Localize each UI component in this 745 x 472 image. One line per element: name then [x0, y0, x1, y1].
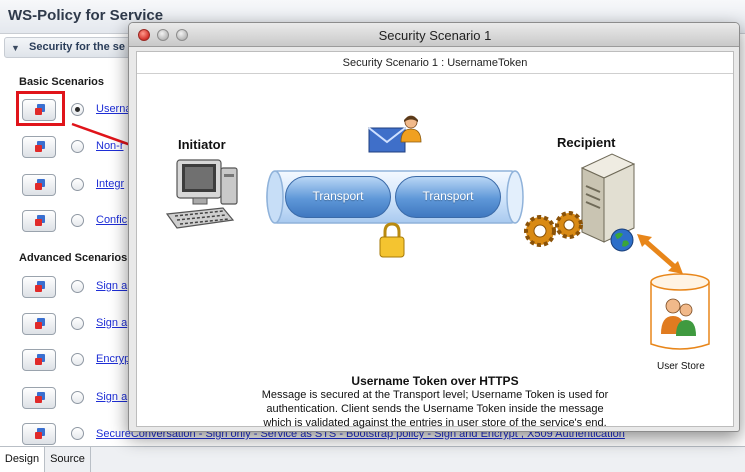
transport-segment-right: Transport	[395, 176, 501, 218]
scenario-description: Username Token over HTTPS Message is sec…	[137, 374, 733, 430]
scenario-subtitle: Security Scenario 1 : UsernameToken	[137, 52, 733, 74]
policy-button[interactable]	[22, 276, 56, 298]
scenario-radio[interactable]	[71, 353, 84, 366]
description-title: Username Token over HTTPS	[351, 374, 519, 388]
basic-scenarios-label: Basic Scenarios	[19, 76, 104, 88]
dialog-title-bar[interactable]: Security Scenario 1	[129, 23, 739, 47]
computer-icon	[165, 159, 238, 229]
scenario-dialog: Security Scenario 1 Security Scenario 1 …	[128, 22, 740, 432]
scenario-row: Integr	[22, 174, 142, 196]
policy-button[interactable]	[22, 423, 56, 445]
gear-icon	[524, 211, 583, 247]
scenario-radio[interactable]	[71, 103, 84, 116]
description-line: Message is secured at the Transport leve…	[261, 389, 609, 401]
policy-button[interactable]	[22, 387, 56, 409]
scenario-radio[interactable]	[71, 280, 84, 293]
scenario-panel: Security Scenario 1 : UsernameToken Init…	[136, 51, 734, 430]
transport-segment-left: Transport	[285, 176, 391, 218]
scenario-link[interactable]: Confic	[96, 214, 127, 226]
policy-button[interactable]	[22, 313, 56, 335]
description-line: which is validated against the entries i…	[263, 417, 607, 429]
scenario-radio[interactable]	[71, 178, 84, 191]
editor-tabs: Design Source	[0, 446, 745, 472]
policy-button-icon	[35, 141, 46, 153]
scenario-row: Sign a	[22, 313, 142, 335]
tab-design[interactable]: Design	[0, 447, 45, 472]
policy-button-icon	[35, 392, 46, 404]
user-store-label: User Store	[657, 361, 705, 372]
arrow-icon	[637, 234, 683, 274]
policy-button-icon	[35, 281, 46, 293]
globe-icon	[610, 228, 634, 252]
section-label: Security for the se	[29, 41, 125, 53]
scenario-row: Confic	[22, 210, 142, 232]
advanced-scenarios-label: Advanced Scenarios	[19, 252, 128, 264]
policy-button[interactable]	[22, 349, 56, 371]
security-section-header[interactable]: ▼ Security for the se	[4, 37, 145, 58]
policy-button[interactable]	[22, 136, 56, 158]
collapse-triangle-icon[interactable]: ▼	[11, 43, 20, 53]
transport-label: Transport	[312, 189, 364, 203]
policy-button-icon	[35, 354, 46, 366]
scenario-link[interactable]: Sign a	[96, 317, 127, 329]
scenario-row: Sign a	[22, 276, 142, 298]
scenario-link[interactable]: Userna	[96, 103, 131, 115]
scenario-row: Encryp	[22, 349, 142, 371]
policy-button-icon	[35, 215, 46, 227]
policy-button-icon	[35, 428, 46, 440]
initiator-label: Initiator	[178, 137, 226, 152]
dialog-title: Security Scenario 1	[378, 28, 492, 43]
scenario-radio[interactable]	[71, 214, 84, 227]
description-line: authentication. Client sends the Usernam…	[266, 403, 604, 415]
scenario-radio[interactable]	[71, 427, 84, 440]
user-store-icon	[650, 273, 710, 350]
tab-source[interactable]: Source	[45, 447, 91, 472]
scenario-row: Sign a	[22, 387, 142, 409]
policy-button-icon	[35, 318, 46, 330]
scenario-link[interactable]: Sign a	[96, 280, 127, 292]
user-icon	[400, 115, 422, 143]
policy-button[interactable]	[22, 174, 56, 196]
scenario-link[interactable]: Sign a	[96, 391, 127, 403]
transport-channel: Transport Transport	[265, 168, 525, 226]
scenario-link[interactable]: Encryp	[96, 353, 130, 365]
highlight-box	[16, 91, 65, 126]
scenario-radio[interactable]	[71, 391, 84, 404]
scenario-radio[interactable]	[71, 317, 84, 330]
policy-button[interactable]	[22, 210, 56, 232]
transport-label: Transport	[422, 189, 474, 203]
scenario-link[interactable]: Integr	[96, 178, 124, 190]
recipient-label: Recipient	[557, 135, 616, 150]
lock-icon	[379, 222, 405, 258]
policy-button-icon	[35, 179, 46, 191]
